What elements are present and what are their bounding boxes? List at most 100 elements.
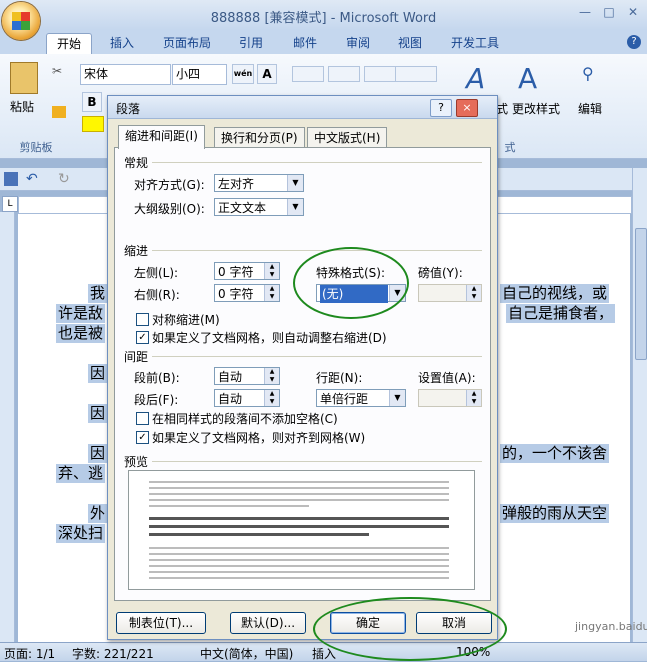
window-controls: — □ ✕: [571, 5, 643, 21]
tab-line-page-breaks[interactable]: 换行和分页(P): [214, 127, 305, 148]
close-icon[interactable]: ✕: [623, 5, 643, 21]
outline-level-select[interactable]: 正文文本 ▼: [214, 198, 304, 216]
no-space-same-style-label: 在相同样式的段落间不添加空格(C): [152, 412, 338, 426]
office-logo-icon: [12, 12, 30, 30]
cancel-button[interactable]: 取消: [416, 612, 492, 634]
set-as-default-button[interactable]: 默认(D)...: [230, 612, 306, 634]
tab-asian-typography[interactable]: 中文版式(H): [307, 127, 388, 148]
auto-adjust-right-indent-checkbox[interactable]: ✓: [136, 331, 149, 344]
vertical-ruler[interactable]: [0, 212, 15, 642]
font-size-box[interactable]: 小四: [172, 64, 227, 85]
tabs-button[interactable]: 制表位(T)...: [116, 612, 206, 634]
indent-by-spinner[interactable]: ▲ ▼: [418, 284, 482, 302]
section-preview: 预览: [124, 455, 149, 469]
doc-text: 深处扫: [56, 524, 106, 543]
line-spacing-select[interactable]: 单倍行距 ▼: [316, 389, 406, 407]
ok-button[interactable]: 确定: [330, 612, 406, 634]
outline-level-label: 大纲级别(O):: [134, 202, 205, 216]
tab-selector-icon[interactable]: L: [2, 196, 18, 212]
special-indent-label: 特殊格式(S):: [316, 266, 386, 280]
mirror-indents-checkbox[interactable]: [136, 313, 149, 326]
tab-references[interactable]: 引用: [229, 33, 273, 54]
redo-icon[interactable]: ↻: [58, 171, 70, 187]
tab-mailings[interactable]: 邮件: [283, 33, 327, 54]
doc-text: 也是被: [56, 324, 106, 343]
chevron-down-icon: ▼: [389, 285, 405, 301]
dialog-help-icon[interactable]: ?: [430, 99, 452, 117]
phonetic-guide-button[interactable]: wén: [232, 64, 254, 84]
font-name-box[interactable]: 宋体: [80, 64, 171, 85]
spacing-at-spinner[interactable]: ▲ ▼: [418, 389, 482, 407]
tab-insert[interactable]: 插入: [100, 33, 144, 54]
spacing-before-label: 段前(B):: [134, 371, 180, 385]
minimize-icon[interactable]: —: [575, 5, 595, 21]
special-indent-select[interactable]: (无) ▼: [316, 284, 406, 303]
tab-view[interactable]: 视图: [388, 33, 432, 54]
dialog-title: 段落: [116, 102, 141, 116]
highlight-icon[interactable]: [82, 116, 104, 132]
tab-home[interactable]: 开始: [46, 33, 93, 55]
find-binoculars-icon[interactable]: ⚲: [582, 64, 594, 83]
dialog-close-icon[interactable]: ×: [456, 99, 478, 117]
doc-text: 因: [88, 444, 108, 463]
language[interactable]: 中文(简体，中国): [200, 645, 293, 662]
indent-left-label: 左侧(L):: [134, 266, 179, 280]
alignment-label: 对齐方式(G):: [134, 178, 205, 192]
tab-indents-spacing[interactable]: 缩进和间距(I): [118, 125, 205, 149]
chevron-down-icon: ▼: [389, 390, 405, 406]
format-painter-icon[interactable]: [52, 106, 66, 118]
doc-text: 自己是捕食者，: [506, 304, 616, 323]
spacing-after-spinner[interactable]: 自动 ▲ ▼: [214, 389, 280, 407]
indent-buttons[interactable]: [395, 66, 437, 82]
maximize-icon[interactable]: □: [599, 5, 619, 21]
tab-developer[interactable]: 开发工具: [441, 33, 509, 54]
section-general: 常规: [124, 156, 149, 170]
snap-to-grid-checkbox[interactable]: ✓: [136, 431, 149, 444]
alignment-select[interactable]: 左对齐 ▼: [214, 174, 304, 192]
doc-text: 因: [88, 404, 108, 423]
watermark: jingyan.baidu.com: [575, 620, 647, 633]
quick-styles-icon[interactable]: A: [466, 62, 485, 95]
character-border-button[interactable]: A: [257, 64, 277, 84]
change-styles-icon[interactable]: A: [518, 62, 537, 95]
paste-label[interactable]: 粘贴: [10, 98, 34, 115]
page-count[interactable]: 页面: 1/1: [4, 645, 55, 662]
vertical-scrollbar[interactable]: [632, 168, 647, 642]
no-space-same-style-checkbox[interactable]: [136, 412, 149, 425]
mirror-indents-label: 对称缩进(M): [152, 313, 220, 327]
section-spacing: 间距: [124, 350, 149, 364]
indent-right-spinner[interactable]: 0 字符 ▲ ▼: [214, 284, 280, 302]
status-bar: 页面: 1/1 字数: 221/221 中文(简体，中国) 插入 100%: [0, 642, 647, 661]
clipboard-group-label: 剪贴板: [19, 141, 53, 154]
doc-text: 弃、逃: [56, 464, 106, 483]
cut-icon[interactable]: ✂: [52, 64, 62, 78]
spacing-after-label: 段后(F):: [134, 393, 179, 407]
line-spacing-label: 行距(N):: [316, 371, 363, 385]
help-icon[interactable]: ?: [627, 35, 641, 49]
paste-icon[interactable]: [10, 62, 38, 94]
undo-icon[interactable]: ↶: [26, 171, 38, 187]
doc-text: 自己的视线，或: [500, 284, 610, 303]
section-indentation: 缩进: [124, 244, 149, 258]
dialog-title-bar[interactable]: 段落 ? ×: [108, 96, 497, 119]
save-icon[interactable]: [4, 172, 18, 186]
office-button[interactable]: [2, 2, 40, 40]
word-count[interactable]: 字数: 221/221: [72, 645, 154, 662]
editing-label[interactable]: 编辑: [578, 100, 602, 117]
doc-text: 外: [88, 504, 108, 523]
spacing-before-spinner[interactable]: 自动 ▲ ▼: [214, 367, 280, 385]
snap-to-grid-label: 如果定义了文档网格，则对齐到网格(W): [152, 431, 366, 445]
bold-button[interactable]: B: [82, 92, 102, 112]
insert-mode[interactable]: 插入: [312, 645, 336, 662]
tab-page-layout[interactable]: 页面布局: [153, 33, 221, 54]
auto-adjust-right-indent-label: 如果定义了文档网格，则自动调整右缩进(D): [152, 331, 387, 345]
tab-review[interactable]: 审阅: [336, 33, 380, 54]
zoom-level[interactable]: 100%: [456, 645, 490, 659]
change-styles-label[interactable]: 更改样式: [512, 100, 560, 117]
preview-box: [128, 470, 475, 590]
scrollbar-thumb[interactable]: [635, 228, 647, 360]
spacing-at-label: 设置值(A):: [418, 371, 476, 385]
indent-left-spinner[interactable]: 0 字符 ▲ ▼: [214, 262, 280, 280]
doc-text: 弹般的雨从天空: [500, 504, 610, 523]
paragraph-dialog: 段落 ? × 缩进和间距(I) 换行和分页(P) 中文版式(H) 常规 对齐方式…: [107, 95, 498, 640]
